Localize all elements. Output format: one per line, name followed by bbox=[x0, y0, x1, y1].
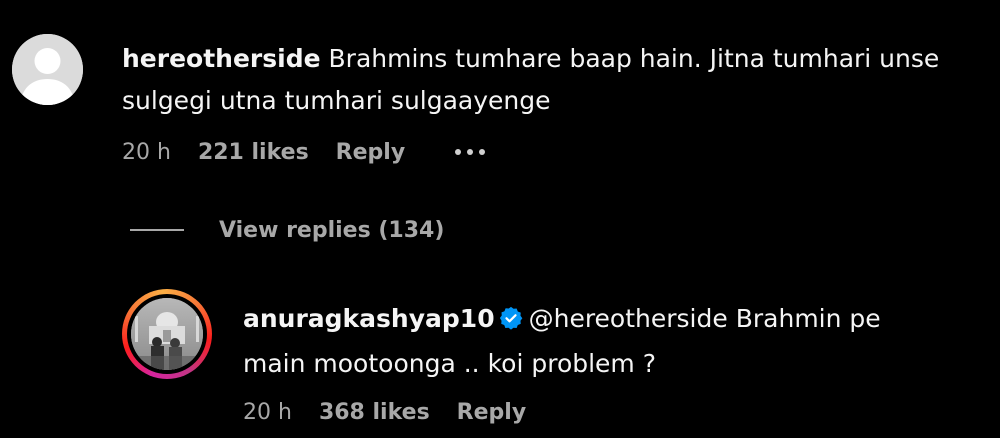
default-avatar-icon[interactable] bbox=[12, 34, 83, 105]
reply-body: anuragkashyap10 @hereotherside Brahmin pe… bbox=[243, 298, 943, 385]
story-ring-avatar[interactable] bbox=[122, 289, 212, 379]
verified-badge-icon bbox=[499, 301, 523, 343]
view-replies-button[interactable]: View replies (134) bbox=[130, 214, 444, 246]
comments-panel: hereotherside Brahmins tumhare baap hain… bbox=[0, 0, 1000, 438]
comment-body: hereotherside Brahmins tumhare baap hain… bbox=[122, 38, 992, 122]
reply-meta: 20 h 368 likes Reply bbox=[243, 397, 526, 427]
reply-reply-button[interactable]: Reply bbox=[457, 400, 527, 425]
comment-reply-button[interactable]: Reply bbox=[336, 140, 406, 165]
comment-time: 20 h bbox=[122, 139, 171, 165]
comment-meta: 20 h 221 likes Reply bbox=[122, 137, 486, 167]
reply-likes[interactable]: 368 likes bbox=[319, 400, 430, 425]
reply-mention[interactable]: @hereotherside bbox=[529, 304, 728, 333]
avatar bbox=[131, 298, 203, 370]
dot bbox=[467, 149, 474, 155]
more-options-icon[interactable] bbox=[455, 142, 486, 162]
comment-likes[interactable]: 221 likes bbox=[198, 140, 309, 165]
comment-username[interactable]: hereotherside bbox=[122, 44, 321, 73]
replies-divider bbox=[130, 229, 184, 231]
avatar-photo bbox=[131, 298, 203, 370]
reply-time: 20 h bbox=[243, 399, 292, 425]
view-replies-label: View replies (134) bbox=[219, 217, 445, 243]
dot bbox=[479, 149, 486, 155]
dot bbox=[455, 149, 462, 155]
avatar-silhouette bbox=[12, 34, 83, 105]
reply-username[interactable]: anuragkashyap10 bbox=[243, 304, 495, 333]
